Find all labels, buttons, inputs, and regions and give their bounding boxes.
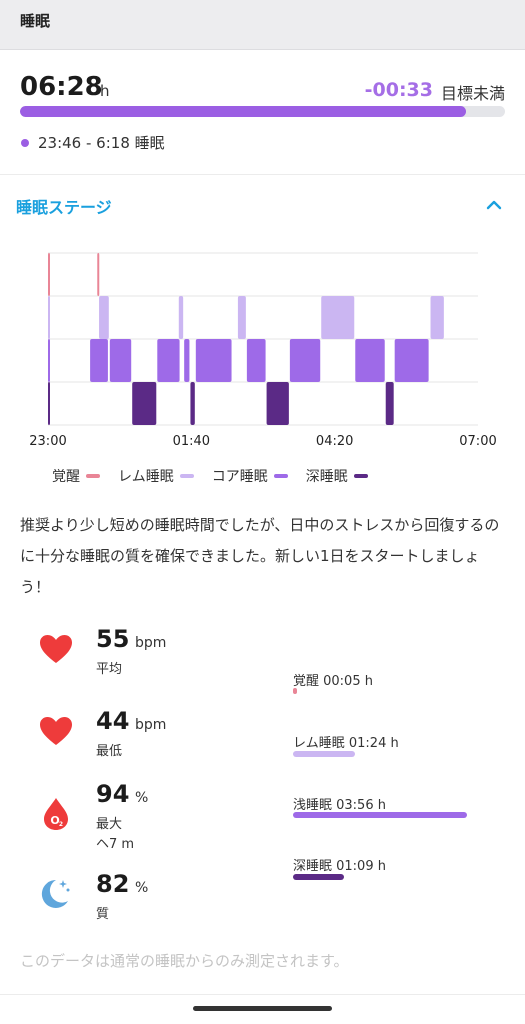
lowest-heart-rate-unit: bpm	[135, 717, 167, 733]
sleep-stage-segment	[430, 296, 444, 339]
deep-duration-label: 深睡眠 01:09 h	[293, 859, 386, 874]
light-duration-bar	[293, 812, 467, 818]
sleep-stage-segment	[246, 339, 266, 382]
sleep-stage-segment	[385, 382, 394, 425]
home-indicator[interactable]	[193, 1006, 332, 1011]
lowest-heart-rate-value: 44	[96, 707, 130, 735]
legend-label: 深睡眠	[305, 469, 348, 485]
awake-duration-label: 覚醒 00:05 h	[293, 674, 373, 689]
range-dot	[21, 139, 29, 147]
blood-oxygen-unit: %	[135, 790, 149, 806]
x-tick-label: 04:20	[316, 434, 353, 449]
sleep-stage-segment	[266, 382, 289, 425]
sleep-stage-segment	[48, 382, 50, 425]
x-tick-label: 07:00	[459, 434, 496, 449]
legend-label: 覚醒	[52, 469, 80, 485]
blood-oxygen-value: 94	[96, 780, 130, 808]
goal-label: 目標未満	[440, 84, 505, 103]
sleep-stages-title: 睡眠ステージ	[16, 198, 112, 217]
legend-item: 深睡眠	[306, 466, 368, 486]
chevron-up-icon[interactable]	[485, 196, 503, 214]
top-bar: 睡眠	[0, 0, 525, 50]
blood-oxygen-label: 最大	[96, 817, 123, 832]
light-duration-label: 浅睡眠 03:56 h	[293, 798, 386, 813]
sleep-stage-segment	[48, 296, 50, 339]
legend-label: レム睡眠	[118, 469, 174, 485]
sleep-stage-segment	[355, 339, 385, 382]
legend-item: コア睡眠	[212, 466, 288, 486]
sleep-stage-segment	[190, 382, 195, 425]
sleep-stage-segment	[109, 339, 132, 382]
sleep-stage-segment	[48, 339, 50, 382]
sleep-stage-segment	[184, 339, 190, 382]
average-heart-rate-value: 55	[96, 625, 130, 653]
legend-swatch	[179, 474, 194, 478]
legend-swatch	[273, 474, 288, 478]
sleep-stage-segment	[132, 382, 157, 425]
heart-icon	[40, 717, 72, 745]
sleep-stage-segment	[97, 253, 100, 296]
legend-swatch	[353, 474, 368, 478]
sleep-quality-label: 質	[96, 907, 110, 922]
sleep-stage-segment	[289, 339, 321, 382]
sleep-stage-segment	[157, 339, 180, 382]
svg-text:2: 2	[59, 821, 63, 828]
sleep-duration-unit: h	[100, 82, 110, 100]
legend-item: レム睡眠	[118, 466, 194, 486]
sleep-stage-segment	[195, 339, 232, 382]
blood-oxygen-sublabel: ヘ7 m	[96, 837, 135, 852]
sleep-stage-segment	[48, 253, 50, 296]
x-tick-label: 23:00	[29, 434, 66, 449]
blood-oxygen-icon: O 2	[44, 798, 68, 830]
divider	[0, 174, 525, 175]
awake-duration-bar	[293, 688, 297, 694]
page-title: 睡眠	[20, 12, 51, 30]
rem-duration-label: レム睡眠 01:24 h	[293, 736, 399, 751]
x-tick-label: 01:40	[173, 434, 210, 449]
sleep-duration: 06:28	[20, 72, 103, 102]
sleep-goal-progress-fill	[20, 106, 467, 117]
goal-difference: -00:33	[364, 79, 433, 101]
average-heart-rate-unit: bpm	[135, 635, 167, 651]
sleep-time-range: 23:46 - 6:18 睡眠	[38, 134, 165, 152]
sleep-stage-segment	[394, 339, 429, 382]
sleep-stage-segment	[99, 296, 109, 339]
moon-icon	[41, 879, 70, 908]
legend-swatch	[86, 474, 100, 478]
legend-label: コア睡眠	[211, 469, 268, 485]
sleep-stage-segment	[178, 296, 184, 339]
rem-duration-bar	[293, 751, 355, 757]
lowest-heart-rate-label: 最低	[96, 744, 123, 759]
chart-legend: 覚醒 レム睡眠 コア睡眠 深睡眠	[52, 466, 386, 486]
heart-icon	[40, 635, 72, 663]
sleep-summary-text: 推奨より少し短めの睡眠時間でしたが、日中のストレスから回復するのに十分な睡眠の質…	[20, 516, 500, 596]
sleep-quality-value: 82	[96, 870, 130, 898]
legend-item: 覚醒	[52, 466, 100, 486]
sleep-goal-progress	[20, 106, 505, 117]
footer-note: このデータは通常の睡眠からのみ測定されます。	[20, 952, 349, 970]
sleep-stages-chart: 23:00 01:40 04:20 07:00	[29, 252, 497, 449]
divider	[0, 994, 525, 995]
sleep-stage-segment	[321, 296, 355, 339]
sleep-stage-segment	[237, 296, 246, 339]
average-heart-rate-label: 平均	[96, 662, 123, 677]
sleep-quality-unit: %	[135, 880, 149, 896]
sleep-stage-segment	[90, 339, 108, 382]
deep-duration-bar	[293, 874, 344, 880]
